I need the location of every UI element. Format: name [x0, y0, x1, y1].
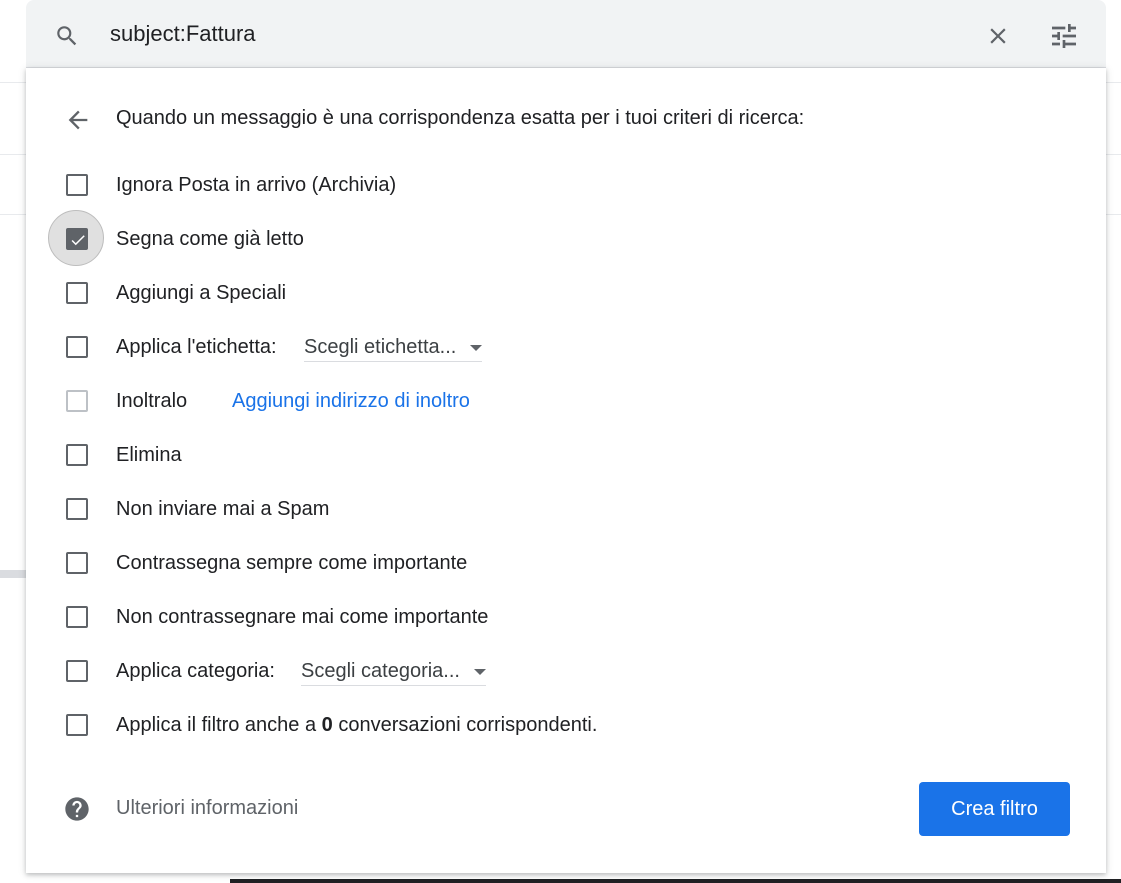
apply-label-label: Applica l'etichetta: — [116, 336, 277, 358]
check-icon — [71, 235, 85, 246]
option-apply-label: Applica l'etichetta: Scegli etichetta... — [0, 320, 1100, 374]
more-info-link[interactable]: Ulteriori informazioni — [116, 797, 298, 820]
always-important-label: Contrassegna sempre come importante — [116, 552, 468, 574]
always-important-checkbox[interactable] — [66, 552, 88, 574]
option-star: Aggiungi a Speciali — [0, 266, 1100, 320]
also-apply-suffix: conversazioni corrispondenti. — [338, 714, 598, 736]
star-checkbox[interactable] — [66, 282, 88, 304]
delete-checkbox[interactable] — [66, 444, 88, 466]
matching-count: 0 — [321, 714, 333, 736]
option-always-important: Contrassegna sempre come importante — [0, 536, 1100, 590]
never-spam-label: Non inviare mai a Spam — [116, 498, 330, 520]
star-label: Aggiungi a Speciali — [116, 282, 287, 304]
categorize-label: Applica categoria: — [116, 660, 275, 682]
categorize-checkbox[interactable] — [66, 660, 88, 682]
category-dropdown-value: Scegli categoria... — [301, 660, 460, 682]
never-spam-checkbox[interactable] — [66, 498, 88, 520]
dropdown-caret-icon — [470, 344, 483, 351]
search-icon[interactable] — [54, 23, 80, 49]
label-dropdown-value: Scegli etichetta... — [304, 336, 457, 358]
background-element — [230, 879, 1121, 883]
option-never-spam: Non inviare mai a Spam — [0, 482, 1100, 536]
category-dropdown[interactable]: Scegli categoria... — [301, 660, 486, 686]
label-dropdown[interactable]: Scegli etichetta... — [304, 336, 483, 362]
skip-inbox-checkbox[interactable] — [66, 174, 88, 196]
search-options-icon[interactable] — [1048, 20, 1080, 52]
help-icon[interactable] — [63, 795, 91, 823]
skip-inbox-label: Ignora Posta in arrivo (Archivia) — [116, 174, 397, 196]
search-input[interactable]: subject:Fattura — [110, 21, 256, 47]
option-mark-read: Segna come già letto — [0, 210, 1100, 266]
delete-label: Elimina — [116, 444, 182, 466]
filter-heading: Quando un messaggio è una corrispondenza… — [116, 107, 805, 129]
mark-read-label: Segna come già letto — [116, 228, 304, 250]
mark-read-checkbox[interactable] — [66, 228, 88, 250]
option-skip-inbox: Ignora Posta in arrivo (Archivia) — [0, 158, 1100, 212]
also-apply-label: Applica il filtro anche a 0 conversazion… — [116, 714, 597, 737]
apply-label-checkbox[interactable] — [66, 336, 88, 358]
add-forwarding-address-link[interactable]: Aggiungi indirizzo di inoltro — [232, 390, 470, 413]
also-apply-prefix: Applica il filtro anche a — [116, 714, 317, 736]
option-also-apply: Applica il filtro anche a 0 conversazion… — [0, 698, 1100, 752]
create-filter-button[interactable]: Crea filtro — [919, 782, 1070, 836]
dropdown-caret-icon — [473, 668, 486, 675]
forward-label: Inoltralo — [116, 390, 188, 412]
option-categorize: Applica categoria: Scegli categoria... — [0, 644, 1100, 698]
option-forward: Inoltralo Aggiungi indirizzo di inoltro — [0, 374, 1100, 428]
also-apply-checkbox[interactable] — [66, 714, 88, 736]
option-delete: Elimina — [0, 428, 1100, 482]
forward-checkbox[interactable] — [66, 390, 88, 412]
back-arrow-icon[interactable] — [64, 106, 92, 134]
option-never-important: Non contrassegnare mai come importante — [0, 590, 1100, 644]
never-important-label: Non contrassegnare mai come importante — [116, 606, 489, 628]
close-icon[interactable] — [985, 23, 1011, 49]
never-important-checkbox[interactable] — [66, 606, 88, 628]
